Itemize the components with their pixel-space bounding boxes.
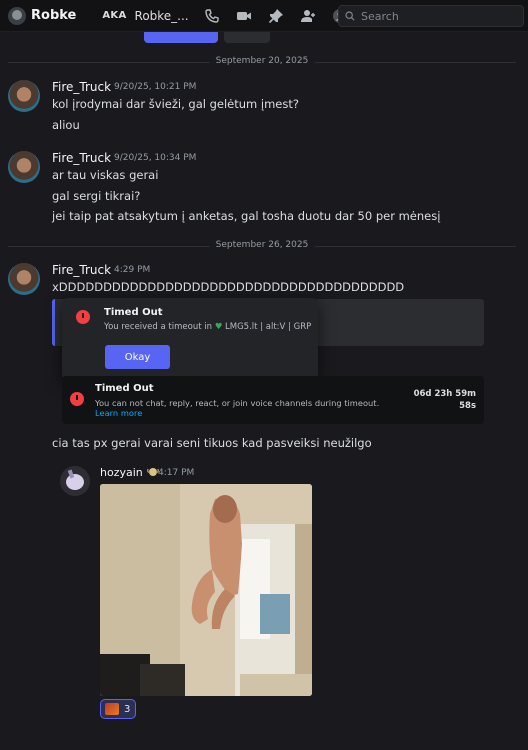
dm-title: Robke xyxy=(31,8,77,23)
author-name[interactable]: Fire_Truck xyxy=(52,80,111,94)
message-text: gal sergi tikrai? xyxy=(52,189,141,203)
search-icon xyxy=(345,11,355,21)
video-camera-icon[interactable] xyxy=(235,7,253,25)
modal-description: You received a timeout in ♥ LMG5.lt | al… xyxy=(104,322,312,332)
date-divider-label: September 26, 2025 xyxy=(209,240,315,250)
ram-badge-icon xyxy=(146,468,159,476)
reaction-count: 3 xyxy=(124,703,131,715)
server-name: LMG5.lt | alt:V | GRP xyxy=(225,322,312,332)
reaction-button[interactable]: 3 xyxy=(100,699,136,719)
okay-button[interactable]: Okay xyxy=(105,345,170,369)
message-timestamp: 9/20/25, 10:34 PM xyxy=(114,153,197,163)
author-name[interactable]: Fire_Truck xyxy=(52,263,111,277)
message-text: xDDDDDDDDDDDDDDDDDDDDDDDDDDDDDDDDDDDDDDD xyxy=(52,280,405,294)
aka-label: AKA xyxy=(102,10,127,21)
timeout-clock-icon xyxy=(70,392,84,406)
learn-more-link[interactable]: Learn more xyxy=(95,408,142,418)
message-text: aliou xyxy=(52,118,80,132)
cropped-primary-button[interactable] xyxy=(144,32,218,43)
attached-gif-image[interactable] xyxy=(100,484,312,696)
hozyain-avatar[interactable] xyxy=(60,466,90,496)
message-text: cia tas px gerai varai seni tikuos kad p… xyxy=(52,436,372,450)
timeout-clock-icon xyxy=(76,310,90,324)
author-avatar[interactable] xyxy=(8,80,40,112)
timeout-remaining: 06d 23h 59m xyxy=(413,389,476,399)
pin-icon[interactable] xyxy=(267,7,285,25)
author-name[interactable]: Fire_Truck xyxy=(52,151,111,165)
author-name[interactable]: hozyain xyxy=(100,466,143,479)
message-text: kol įrodymai dar švieži, gal gelėtum įme… xyxy=(52,97,299,111)
message-text: jei taip pat atsakytum į anketas, gal to… xyxy=(52,209,441,223)
search-box[interactable] xyxy=(338,5,524,27)
search-input[interactable] xyxy=(361,9,511,23)
message-text: ar tau viskas gerai xyxy=(52,168,159,182)
reply-timestamp: 4:17 PM xyxy=(158,468,195,478)
timeout-modal: Timed Out You received a timeout in ♥ LM… xyxy=(62,298,318,380)
message-timestamp: 4:29 PM xyxy=(114,265,151,275)
notice-title: Timed Out xyxy=(95,383,154,394)
message-timestamp: 9/20/25, 10:21 PM xyxy=(114,82,197,92)
timeout-notice: Timed Out You can not chat, reply, react… xyxy=(62,376,484,424)
author-avatar[interactable] xyxy=(8,151,40,183)
modal-title: Timed Out xyxy=(104,307,163,318)
author-avatar[interactable] xyxy=(8,263,40,295)
notice-description: You can not chat, reply, react, or join … xyxy=(95,398,380,418)
add-friend-icon[interactable] xyxy=(299,7,317,25)
date-divider: September 26, 2025 xyxy=(8,240,516,250)
date-divider-label: September 20, 2025 xyxy=(209,56,315,66)
green-heart-icon: ♥ xyxy=(214,322,223,332)
aka-value[interactable]: Robke_... xyxy=(135,9,189,23)
reply-author-row: hozyain xyxy=(100,466,159,479)
user-avatar[interactable] xyxy=(8,6,26,25)
phone-icon[interactable] xyxy=(203,7,221,25)
title-bar: Robke AKA Robke_... xyxy=(0,0,528,32)
cropped-secondary-button[interactable] xyxy=(224,32,270,43)
reaction-emoji-icon xyxy=(105,703,119,715)
date-divider: September 20, 2025 xyxy=(8,56,516,66)
timeout-remaining-seconds: 58s xyxy=(459,401,476,411)
